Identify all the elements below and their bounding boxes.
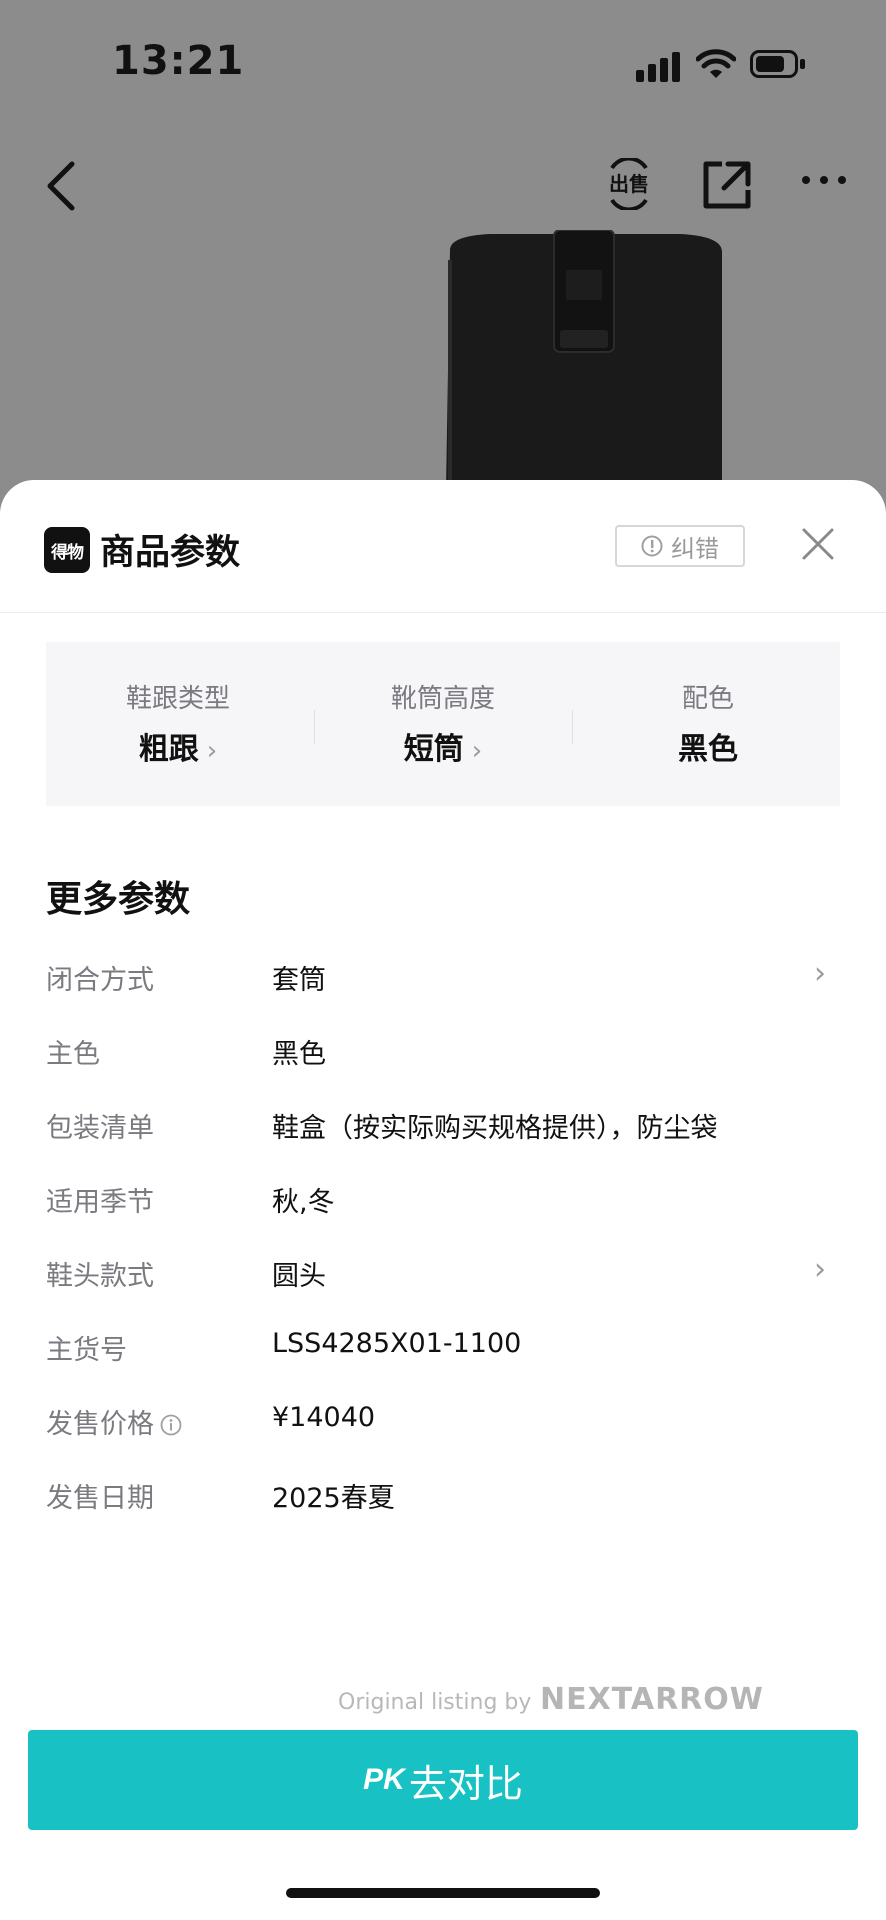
param-row-closure[interactable]: 闭合方式 套筒 › (46, 952, 840, 1002)
product-image (446, 230, 722, 490)
chevron-right-icon: › (814, 1252, 826, 1287)
param-value: 圆头 (272, 1261, 326, 1292)
status-time: 13:21 (112, 38, 245, 84)
top-navigation: 出售 (0, 150, 886, 220)
param-value: 秋,冬 (272, 1187, 335, 1218)
summary-colorway: 配色 黑色 (576, 642, 840, 806)
report-error-label: 纠错 (671, 534, 719, 563)
param-key: 闭合方式 (46, 965, 154, 996)
param-key: 鞋头款式 (46, 1261, 154, 1292)
share-icon[interactable] (700, 158, 754, 212)
app-logo: 得物 (44, 527, 90, 573)
summary-value: 短筒 › (403, 732, 483, 767)
param-value: ¥14040 (272, 1402, 376, 1433)
sell-label: 出售 (609, 172, 649, 196)
param-key: 主货号 (46, 1335, 127, 1366)
param-key: 主色 (46, 1039, 100, 1070)
sheet-header: 得物 商品参数 纠错 (0, 480, 886, 613)
more-params-title: 更多参数 (46, 879, 191, 920)
param-key: 发售日期 (46, 1483, 154, 1514)
param-key: 包装清单 (46, 1113, 154, 1144)
sheet-title: 商品参数 (100, 533, 241, 573)
chevron-right-icon: › (814, 956, 826, 991)
param-value: 2025春夏 (272, 1483, 395, 1514)
chevron-right-icon: › (206, 736, 218, 766)
back-arrow-icon[interactable] (44, 160, 80, 212)
battery-icon (750, 50, 806, 80)
param-row-release-price: 发售价格 ¥14040 (46, 1396, 840, 1446)
param-row-main-color: 主色 黑色 (46, 1026, 840, 1076)
summary-shaft-height[interactable]: 靴筒高度 短筒 › (311, 642, 575, 806)
param-row-season: 适用季节 秋,冬 (46, 1174, 840, 1224)
summary-label: 鞋跟类型 (125, 684, 230, 714)
home-indicator[interactable] (286, 1888, 600, 1898)
wifi-icon (696, 49, 736, 78)
param-row-toe-style[interactable]: 鞋头款式 圆头 › (46, 1248, 840, 1298)
key-params-summary: 鞋跟类型 粗跟 › 靴筒高度 短筒 › 配色 黑色 (46, 642, 840, 806)
more-options-icon[interactable] (800, 170, 848, 190)
param-key: 适用季节 (46, 1187, 154, 1218)
watermark-prefix: Original listing by (338, 1690, 532, 1715)
pk-compare-label: 去对比 (408, 1763, 523, 1806)
param-row-package: 包装清单 鞋盒（按实际购买规格提供），防尘袋 (46, 1100, 840, 1150)
param-row-release-date: 发售日期 2025春夏 (46, 1470, 840, 1520)
param-value: 套筒 (272, 965, 326, 996)
summary-heel-type[interactable]: 鞋跟类型 粗跟 › (46, 642, 310, 806)
watermark-brand: NEXTARROW (540, 1682, 764, 1717)
param-row-sku: 主货号 LSS4285X01-1100 (46, 1322, 840, 1372)
chevron-right-icon: › (471, 736, 483, 766)
param-value: LSS4285X01-1100 (272, 1328, 522, 1359)
summary-value: 粗跟 › (138, 732, 218, 767)
pk-compare-button[interactable]: PK 去对比 (28, 1730, 858, 1830)
param-value: 鞋盒（按实际购买规格提供），防尘袋 (272, 1113, 718, 1144)
status-bar: 13:21 (0, 0, 886, 130)
pk-prefix: PK (363, 1763, 405, 1796)
info-icon[interactable] (160, 1414, 182, 1436)
divider (572, 710, 573, 744)
summary-label: 靴筒高度 (390, 684, 495, 714)
summary-label: 配色 (681, 684, 734, 714)
sell-button[interactable]: 出售 (604, 156, 654, 212)
cellular-signal-icon (636, 52, 682, 82)
param-key: 发售价格 (46, 1402, 182, 1441)
exclamation-circle-icon (641, 535, 663, 557)
report-error-button[interactable]: 纠错 (615, 525, 745, 567)
sell-icon: 出售 (609, 156, 649, 212)
param-value: 黑色 (272, 1039, 326, 1070)
close-icon[interactable] (800, 526, 836, 562)
summary-value: 黑色 (678, 732, 738, 767)
